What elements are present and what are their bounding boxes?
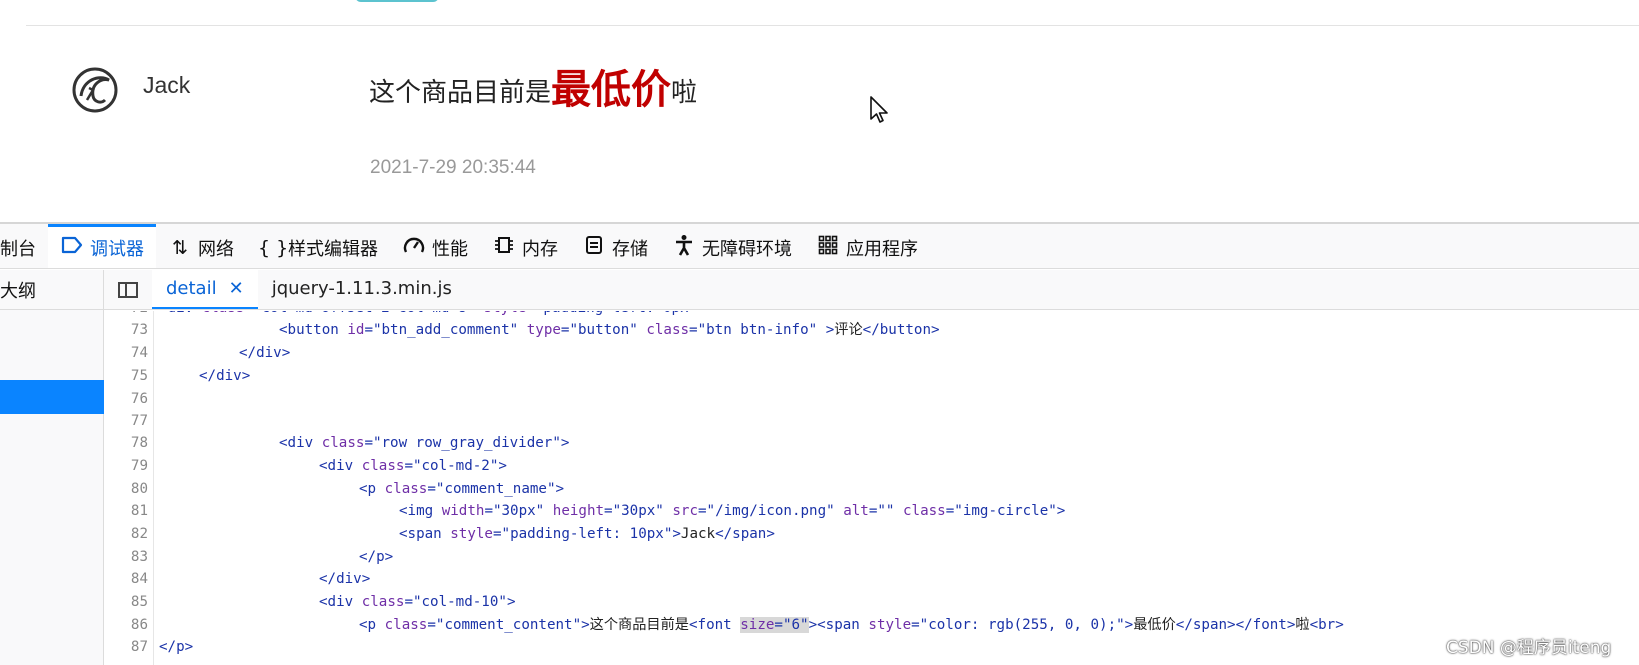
tab-storage[interactable]: 存储 [570,224,660,268]
code-text: </p> [159,639,194,655]
editor-tab-label: detail [166,278,217,299]
tab-style-editor[interactable]: { } 样式编辑器 [246,224,390,268]
code-editor[interactable]: 72<div class="col-md-offset-2 col-md-8" … [104,311,1639,665]
tab-console[interactable]: 制台 [0,224,48,268]
line-number: 86 [130,617,148,633]
sidebar-toggle-icon [118,281,138,298]
tab-label: 网络 [198,238,234,260]
accessibility-icon [672,234,696,261]
performance-icon [402,235,426,260]
code-line[interactable]: 79 <div class="col-md-2"> [104,455,1639,478]
toggle-sidebar-button[interactable] [104,270,152,309]
sidebar-selected-item[interactable] [0,380,104,414]
code-line[interactable]: 73 <button id="btn_add_comment" type="but… [104,319,1639,342]
code-line[interactable]: 75 </div> [104,365,1639,388]
code-text: <p class="comment_name"> [359,481,565,497]
code-line[interactable]: 83 </p> [104,546,1639,569]
tab-label: 无障碍环境 [702,238,792,260]
line-number: 81 [130,503,148,519]
code-line[interactable]: 80 <p class="comment_name"> [104,478,1639,501]
tab-memory[interactable]: 内存 [480,224,570,268]
code-line[interactable]: 78 <div class="row row_gray_divider"> [104,432,1639,455]
code-text: </div> [319,571,371,587]
code-text: </div> [239,345,291,361]
application-icon [816,235,840,260]
network-icon: ⇅ [172,236,188,259]
avatar-icon [72,67,118,113]
close-icon[interactable]: ✕ [229,278,244,299]
line-number: 79 [130,458,148,474]
devtools-panel: 制台 调试器 ⇅ 网络 { } 样式编辑器 性能 内存 存储 无障碍环境 应用程… [0,222,1639,665]
screen: { "preview": { "name": "Jack", "content_… [0,0,1639,665]
code-line[interactable]: 77 [104,410,1639,433]
line-number: 87 [130,639,148,655]
devtools-toolbar: 制台 调试器 ⇅ 网络 { } 样式编辑器 性能 内存 存储 无障碍环境 应用程… [0,224,1639,269]
code-line[interactable]: 81 <img width="30px" height="30px" src="/… [104,500,1639,523]
line-number: 82 [130,526,148,542]
code-line[interactable]: 74 </div> [104,342,1639,365]
line-number: 83 [130,549,148,565]
code-line[interactable]: 84 </div> [104,568,1639,591]
storage-icon [582,235,606,260]
code-text: <p class="comment_content">这个商品目前是<font … [359,617,1344,633]
editor-tab-detail[interactable]: detail ✕ [152,270,258,309]
tab-label: 性能 [432,238,468,260]
code-text: <button id="btn_add_comment" type="butto… [279,322,940,338]
code-line[interactable]: 82 <span style="padding-left: 10px">Jack<… [104,523,1639,546]
outline-title: 大纲 [0,270,103,310]
code-text: </div> [199,368,251,384]
comment-time: 2021-7-29 20:35:44 [370,157,536,178]
comment-content: 这个商品目前是最低价啦 [369,60,697,123]
code-line[interactable]: 86 <p class="comment_content">这个商品目前是<fon… [104,614,1639,637]
line-number: 74 [130,345,148,361]
line-number: 85 [130,594,148,610]
code-text: <div class="row row_gray_divider"> [279,435,570,451]
tab-label: 应用程序 [846,238,918,260]
tab-performance[interactable]: 性能 [390,224,480,268]
line-number: 76 [130,391,148,407]
debugger-icon [60,236,84,259]
line-number: 80 [130,481,148,497]
code-text: <div class="col-md-10"> [319,594,516,610]
tab-label: 制台 [0,238,36,260]
outline-sidebar: 大纲 [0,270,104,665]
line-number: 75 [130,368,148,384]
tab-label: 调试器 [90,238,144,260]
code-line[interactable]: 76 [104,388,1639,411]
tab-debugger[interactable]: 调试器 [48,224,156,268]
line-number: 73 [130,322,148,338]
teal-tab-edge [355,0,439,2]
page-preview: Jack 这个商品目前是最低价啦 2021-7-29 20:35:44 [0,0,1639,222]
style-editor-icon: { } [258,236,289,259]
code-line[interactable]: 85 <div class="col-md-10"> [104,591,1639,614]
tab-label: 存储 [612,238,648,260]
editor-tab-jquery[interactable]: jquery-1.11.3.min.js [258,270,466,309]
code-text: </p> [359,549,394,565]
line-number: 78 [130,435,148,451]
mouse-cursor-icon [870,96,888,123]
code-text: <div class="col-md-2"> [319,458,507,474]
code-text: <span style="padding-left: 10px">Jack</s… [399,526,775,542]
tab-network[interactable]: ⇅ 网络 [156,224,246,268]
comment-name: Jack [143,72,191,98]
line-number: 77 [130,413,148,429]
tab-application[interactable]: 应用程序 [804,224,930,268]
editor-tab-label: jquery-1.11.3.min.js [271,278,452,299]
comment-text-after: 啦 [671,78,698,108]
memory-icon [492,235,516,260]
comment-text-emphasis: 最低价 [551,67,672,113]
watermark: CSDN @程序员iteng [1446,638,1612,658]
code-line[interactable]: 87 </p> [104,636,1639,659]
tab-label: 样式编辑器 [288,238,378,260]
line-number: 84 [130,571,148,587]
editor-tabs: detail ✕ jquery-1.11.3.min.js [104,270,1639,310]
comment-text-before: 这个商品目前是 [369,78,552,108]
tab-label: 内存 [522,238,558,260]
divider [26,25,1639,26]
tab-accessibility[interactable]: 无障碍环境 [660,224,804,268]
code-text: <img width="30px" height="30px" src="/im… [399,503,1066,519]
